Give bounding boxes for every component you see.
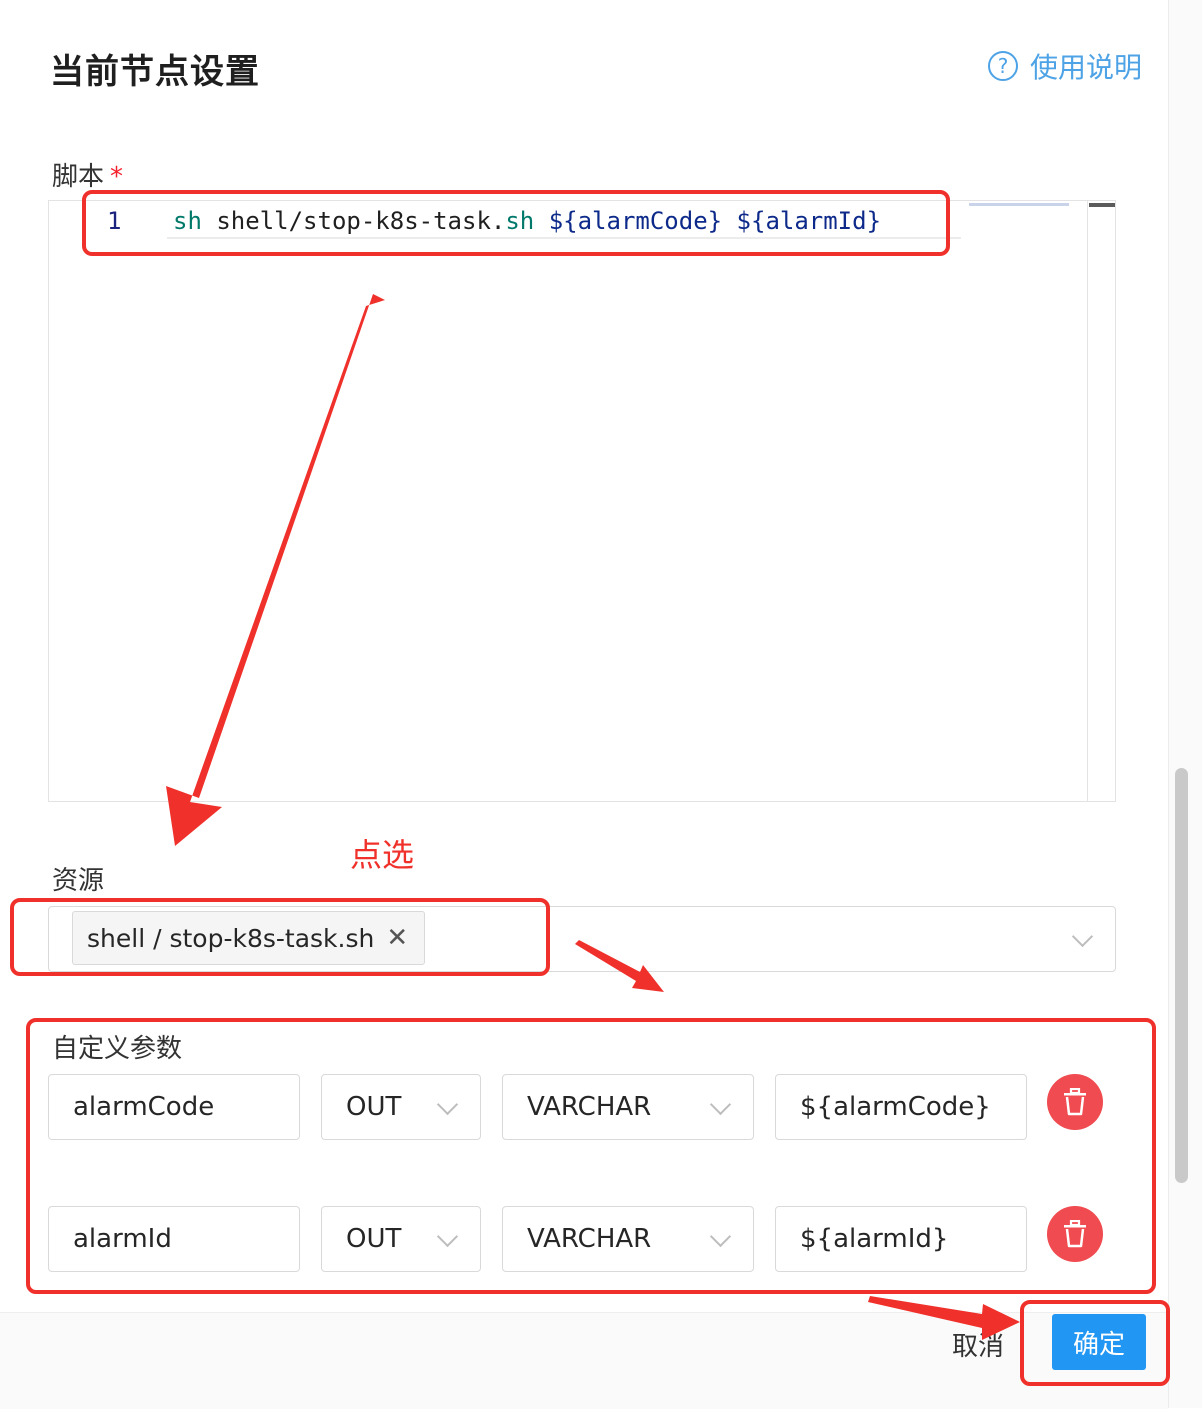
arrow-right-icon: [575, 940, 664, 992]
annotation-arrows: [166, 294, 1020, 1340]
arrow-right-icon: [868, 1296, 1020, 1340]
arrow-down-icon: [166, 294, 385, 846]
